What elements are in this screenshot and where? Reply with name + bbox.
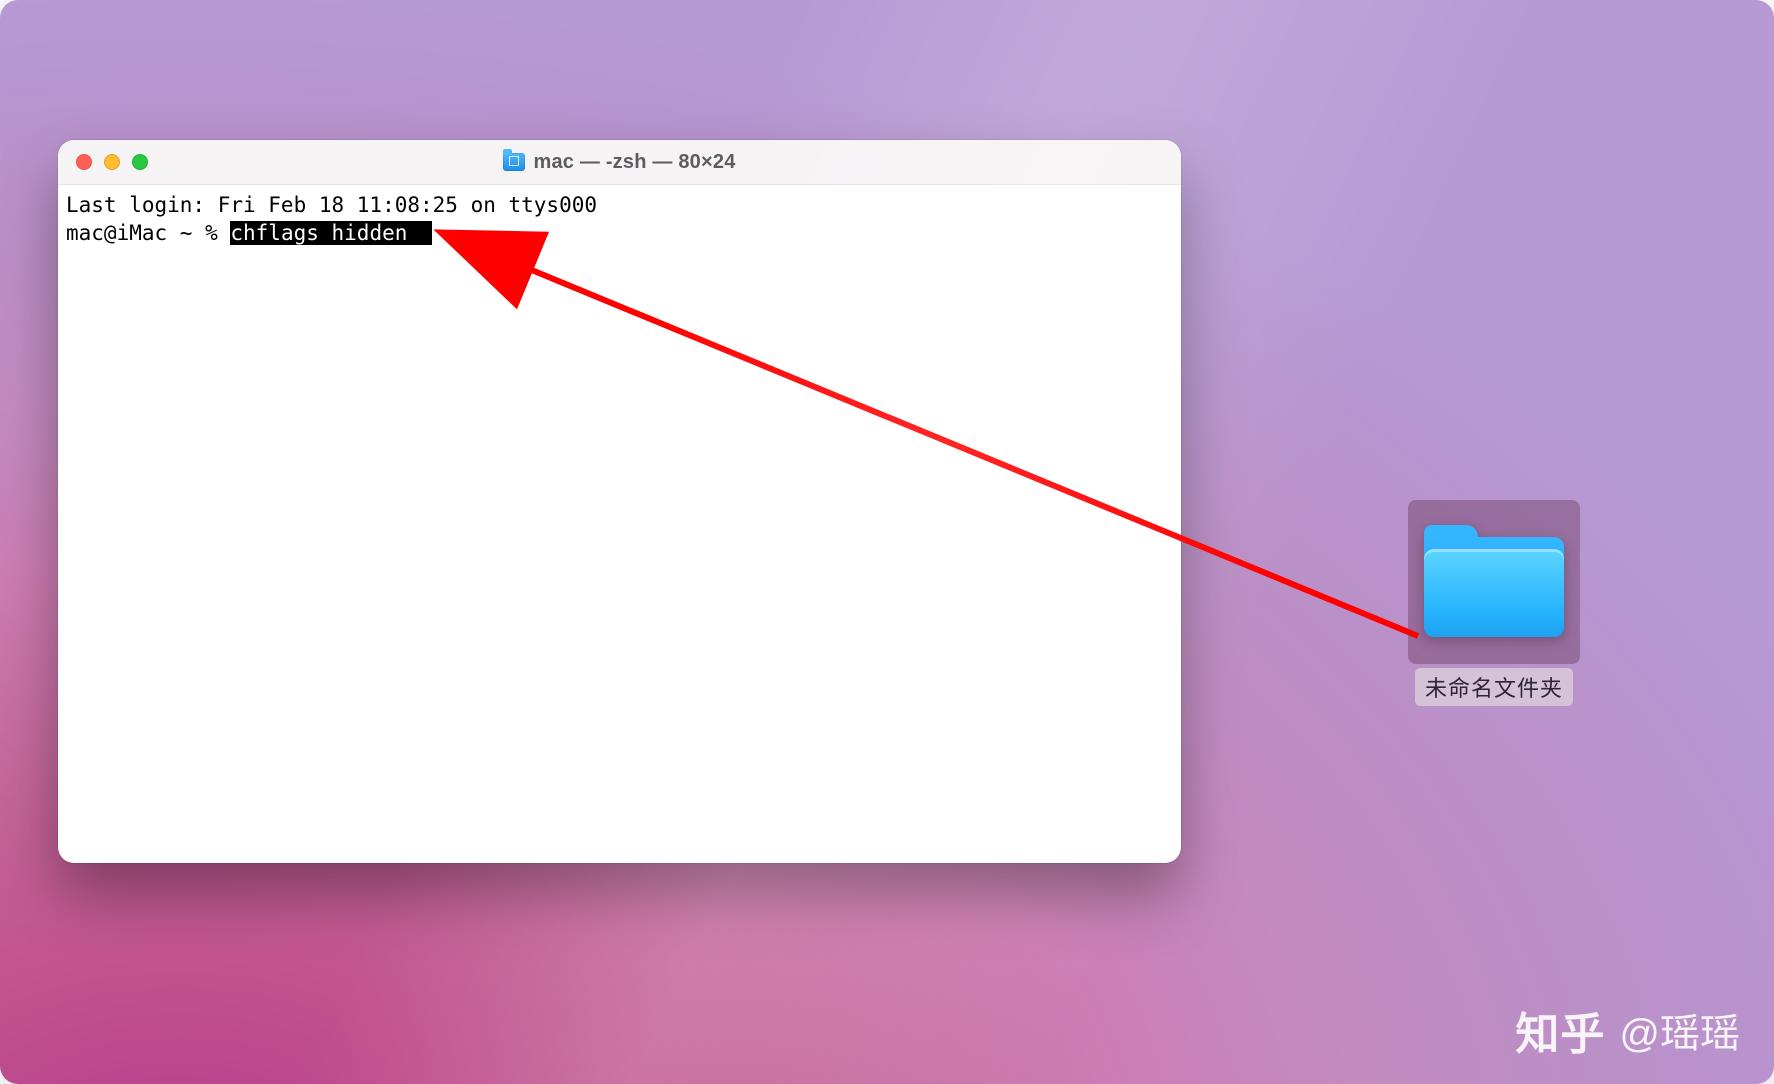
folder-label[interactable]: 未命名文件夹 [1415,668,1573,706]
home-folder-icon [503,153,525,171]
terminal-prompt: mac@iMac ~ % [66,221,230,245]
zoom-button[interactable] [132,154,148,170]
folder-selection-highlight [1408,500,1580,664]
terminal-title-text: mac — -zsh — 80×24 [533,151,735,174]
zhihu-logo: 知乎 [1515,998,1605,1062]
terminal-command-selected[interactable]: chflags hidden [230,221,420,245]
folder-icon [1424,527,1564,637]
watermark-author: @瑶瑶 [1619,1001,1740,1059]
desktop-background: mac — -zsh — 80×24 Last login: Fri Feb 1… [0,0,1774,1084]
terminal-title: mac — -zsh — 80×24 [58,151,1181,174]
watermark: 知乎 @瑶瑶 [1515,998,1740,1062]
terminal-last-login: Last login: Fri Feb 18 11:08:25 on ttys0… [66,193,597,217]
close-button[interactable] [76,154,92,170]
desktop-folder[interactable]: 未命名文件夹 [1405,500,1583,706]
window-controls [58,154,148,170]
minimize-button[interactable] [104,154,120,170]
terminal-content[interactable]: Last login: Fri Feb 18 11:08:25 on ttys0… [58,185,1181,863]
terminal-window[interactable]: mac — -zsh — 80×24 Last login: Fri Feb 1… [58,140,1181,863]
terminal-cursor [420,221,432,245]
terminal-titlebar[interactable]: mac — -zsh — 80×24 [58,140,1181,185]
